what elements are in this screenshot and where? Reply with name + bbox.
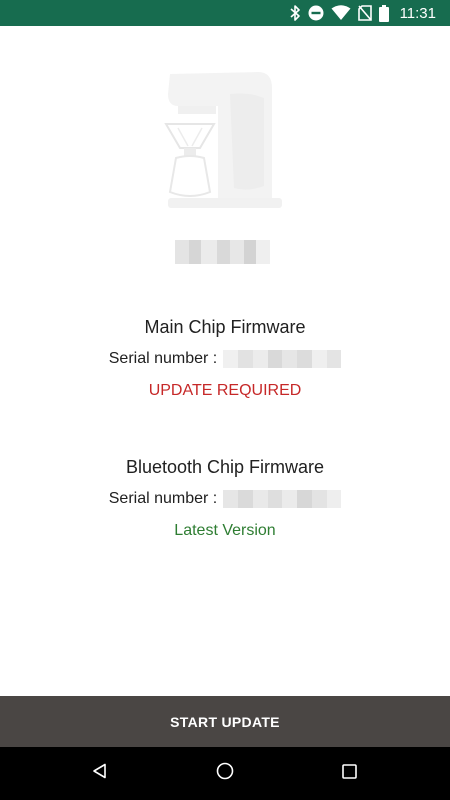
- main-chip-status: UPDATE REQUIRED: [148, 382, 302, 399]
- battery-icon: [378, 4, 389, 22]
- recents-button[interactable]: [319, 747, 379, 800]
- coffee-maker-image: [160, 66, 290, 216]
- home-button[interactable]: [195, 747, 255, 800]
- status-icons: 11:31: [289, 0, 436, 26]
- do-not-disturb-icon: [308, 5, 324, 21]
- bluetooth-chip-status: Latest Version: [174, 522, 276, 539]
- wifi-icon: [331, 5, 351, 21]
- bluetooth-chip-section: Bluetooth Chip Firmware Serial number : …: [0, 456, 450, 541]
- back-button[interactable]: [70, 747, 130, 800]
- main-chip-section: Main Chip Firmware Serial number : UPDAT…: [0, 316, 450, 401]
- bluetooth-chip-serial-row: Serial number :: [0, 488, 450, 510]
- back-icon: [92, 763, 108, 784]
- start-update-button[interactable]: START UPDATE: [0, 696, 450, 747]
- device-name-redacted: [175, 240, 270, 264]
- status-bar: 11:31: [0, 0, 450, 26]
- bluetooth-chip-serial-redacted: [223, 490, 342, 508]
- navigation-bar: [0, 747, 450, 800]
- main-chip-serial-row: Serial number :: [0, 348, 450, 370]
- bluetooth-chip-title: Bluetooth Chip Firmware: [125, 457, 325, 477]
- status-clock: 11:31: [399, 4, 436, 22]
- bluetooth-icon: [289, 5, 301, 21]
- home-icon: [216, 762, 234, 785]
- firmware-update-screen: 11:31 Main Chip Firmware Serial number:…: [0, 0, 450, 800]
- no-sim-icon: [357, 5, 372, 21]
- main-chip-serial-label: Serial number :: [108, 350, 218, 367]
- recents-icon: [341, 763, 357, 784]
- bluetooth-chip-serial-label: Serial number :: [108, 490, 218, 507]
- main-chip-serial-redacted: [223, 350, 342, 368]
- main-chip-title: Main Chip Firmware: [144, 317, 306, 337]
